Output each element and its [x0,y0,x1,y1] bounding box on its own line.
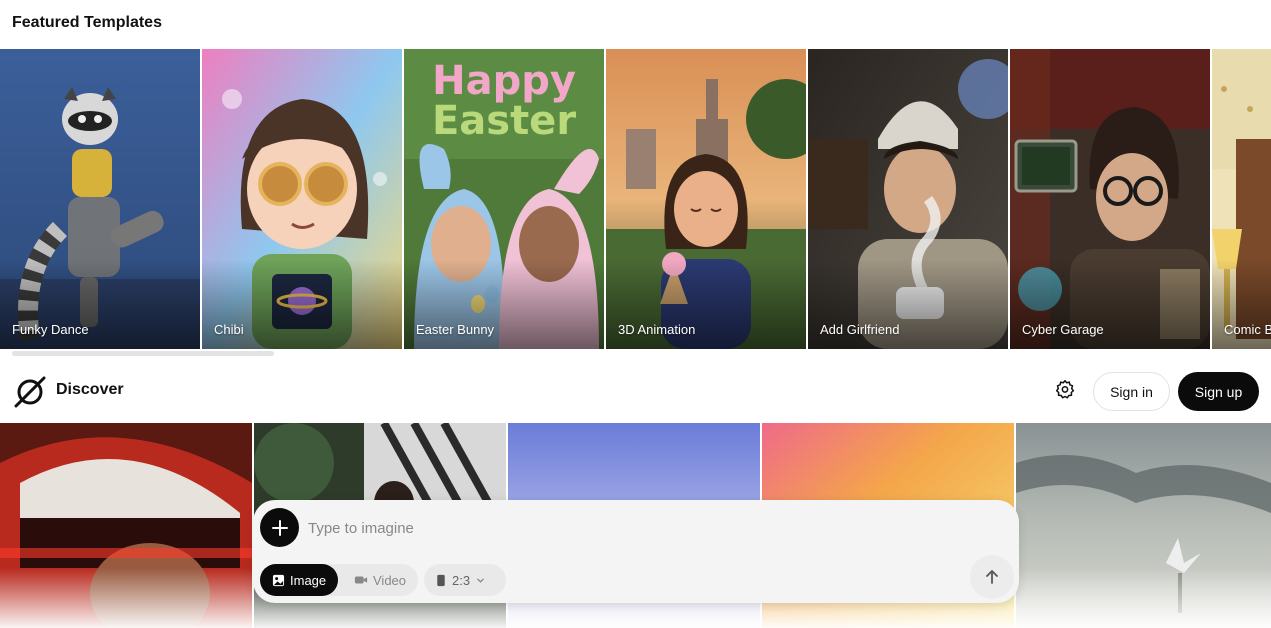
gallery-item[interactable] [0,423,252,628]
image-icon [272,574,285,586]
sign-up-button[interactable]: Sign up [1178,372,1259,411]
video-mode-label: Video [373,572,407,588]
plus-icon [271,519,288,536]
template-card-3d-animation[interactable]: 3D Animation [606,49,806,349]
add-button[interactable] [260,508,299,547]
aspect-ratio-selector[interactable]: 2:3 [424,564,506,596]
template-label: Comic B [1224,322,1271,337]
template-card-add-girlfriend[interactable]: Add Girlfriend [808,49,1008,349]
template-label: Add Girlfriend [820,322,900,337]
mode-toggle: Image Video [260,564,418,596]
featured-templates-title: Featured Templates [12,14,162,31]
send-button[interactable] [970,555,1014,599]
chevron-down-icon [477,578,484,583]
brand-logo-icon[interactable] [12,374,48,410]
video-mode-button[interactable]: Video [342,564,418,596]
template-card-funky-dance[interactable]: Funky Dance [0,49,200,349]
arrow-up-icon [986,570,998,584]
templates-scrollbar-thumb[interactable] [12,351,274,356]
template-label: Chibi [214,322,244,337]
image-mode-label: Image [290,572,327,588]
discover-title: Discover [56,381,124,398]
template-label: Funky Dance [12,322,89,337]
portrait-ratio-icon [437,574,445,586]
image-mode-button[interactable]: Image [260,564,339,596]
template-card-cyber-garage[interactable]: Cyber Garage [1010,49,1210,349]
prompt-composer: Image Video 2:3 [253,500,1019,603]
easter-art-line2: Easter [432,98,576,144]
prompt-input[interactable] [308,514,948,542]
sign-in-button[interactable]: Sign in [1093,372,1170,411]
templates-carousel[interactable]: Funky Dance Chibi Happy Easter Easter Bu… [0,49,1271,349]
gear-icon [1055,379,1075,399]
template-card-chibi[interactable]: Chibi [202,49,402,349]
template-label: Cyber Garage [1022,322,1104,337]
discover-header: Discover Sign in Sign up [0,366,1271,416]
templates-scrollbar[interactable] [0,351,1271,356]
template-label: Easter Bunny [416,322,495,337]
settings-button[interactable] [1052,376,1078,402]
template-card-comic[interactable]: Comic B [1212,49,1271,349]
template-label: 3D Animation [618,322,696,337]
gallery-item[interactable] [1016,423,1271,628]
video-icon [354,576,368,584]
template-card-easter-bunny[interactable]: Happy Easter Easter Bunny [404,49,604,349]
aspect-ratio-value: 2:3 [452,572,471,588]
